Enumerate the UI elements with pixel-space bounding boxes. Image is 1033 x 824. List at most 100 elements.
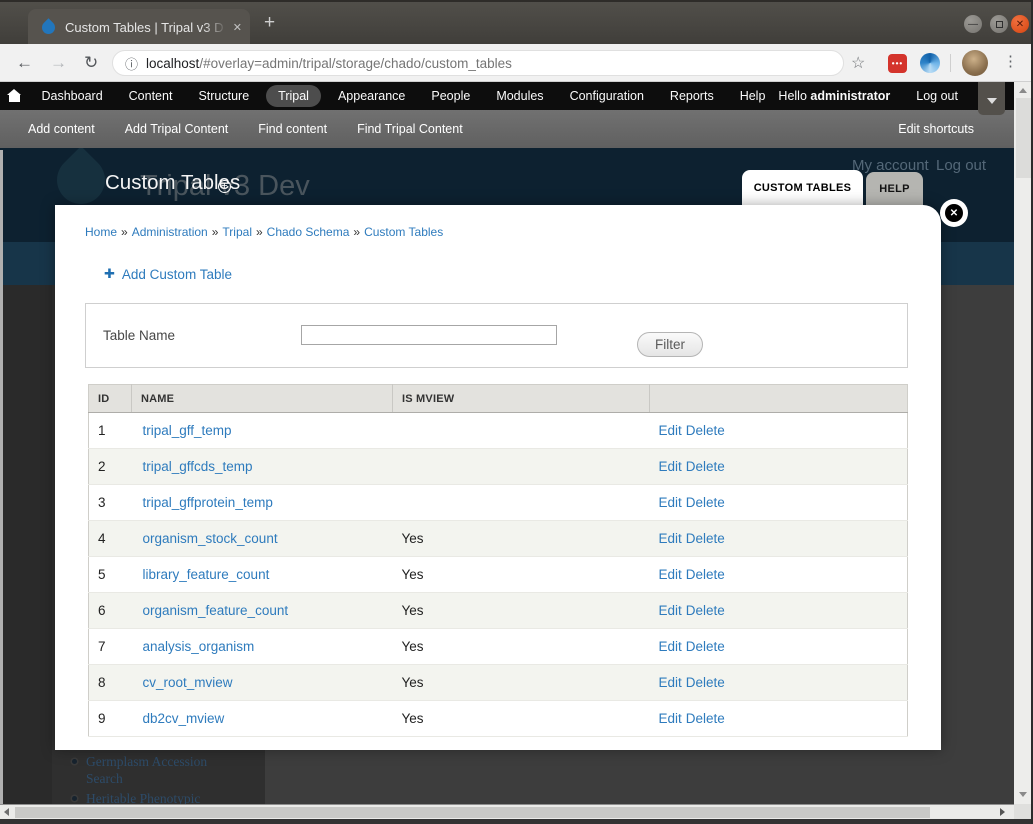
table-name-input[interactable] — [301, 325, 557, 345]
shortcut-add-tripal-content[interactable]: Add Tripal Content — [110, 122, 244, 136]
edit-link[interactable]: Edit — [659, 675, 682, 690]
edit-link[interactable]: Edit — [659, 567, 682, 582]
horizontal-scroll-thumb[interactable] — [15, 807, 930, 818]
breadcrumb-separator: » — [121, 225, 128, 239]
page-info-icon[interactable]: ⓘ — [125, 54, 138, 73]
toolbar-item-structure[interactable]: Structure — [185, 85, 262, 107]
profile-avatar[interactable] — [962, 50, 988, 76]
toolbar-item-people[interactable]: People — [418, 85, 483, 107]
table-row: 9 db2cv_mview Yes EditDelete — [89, 701, 908, 737]
back-icon[interactable]: ← — [16, 53, 33, 73]
delete-link[interactable]: Delete — [686, 567, 725, 582]
scroll-left-icon[interactable] — [4, 808, 9, 816]
delete-link[interactable]: Delete — [686, 495, 725, 510]
sidebar-link-list: Germplasm Accession Search Heritable Phe… — [70, 753, 220, 804]
window-minimize-button[interactable]: — — [964, 15, 982, 33]
breadcrumb-custom-tables[interactable]: Custom Tables — [364, 225, 443, 239]
toolbar-item-tripal[interactable]: Tripal — [266, 85, 321, 107]
toolbar-item-modules[interactable]: Modules — [483, 85, 556, 107]
edit-link[interactable]: Edit — [659, 459, 682, 474]
sidebar-item-heritable-phenotypic[interactable]: Heritable Phenotypic — [70, 790, 220, 804]
edit-link[interactable]: Edit — [659, 603, 682, 618]
toolbar-item-reports[interactable]: Reports — [657, 85, 727, 107]
cell-is-mview — [393, 449, 650, 485]
window-left-edge — [0, 150, 3, 804]
browser-tab[interactable]: Custom Tables | Tripal v3 D ✕ — [28, 9, 250, 46]
table-name-link[interactable]: db2cv_mview — [143, 711, 225, 726]
table-name-link[interactable]: organism_feature_count — [143, 603, 289, 618]
delete-link[interactable]: Delete — [686, 531, 725, 546]
browser-toolbar: ← → ↻ ⓘ localhost/#overlay=admin/tripal/… — [0, 44, 1033, 82]
custom-tables-table: ID NAME IS MVIEW 1 tripal_gff_temp EditD… — [88, 384, 908, 737]
table-row: 4 organism_stock_count Yes EditDelete — [89, 521, 908, 557]
toolbar-item-appearance[interactable]: Appearance — [325, 85, 418, 107]
toolbar-item-configuration[interactable]: Configuration — [557, 85, 657, 107]
table-name-link[interactable]: tripal_gffcds_temp — [143, 459, 253, 474]
forward-icon[interactable]: → — [50, 53, 67, 73]
edit-shortcuts-link[interactable]: Edit shortcuts — [898, 122, 1014, 136]
breadcrumb-tripal[interactable]: Tripal — [222, 225, 252, 239]
scroll-right-icon[interactable] — [1000, 808, 1005, 816]
tab-close-icon[interactable]: ✕ — [233, 21, 242, 34]
table-name-link[interactable]: analysis_organism — [143, 639, 255, 654]
edit-link[interactable]: Edit — [659, 531, 682, 546]
shortcut-bar: Add content Add Tripal Content Find cont… — [0, 110, 1014, 148]
overlay-close-button[interactable]: ✕ — [945, 204, 963, 222]
toolbar-divider — [950, 54, 951, 72]
breadcrumb-administration[interactable]: Administration — [132, 225, 208, 239]
toolbar-toggle-button[interactable] — [978, 82, 1005, 115]
address-bar[interactable]: ⓘ localhost/#overlay=admin/tripal/storag… — [112, 50, 844, 76]
window-maximize-button[interactable] — [990, 15, 1008, 33]
browser-menu-icon[interactable]: ⋮ — [1003, 52, 1018, 70]
cell-is-mview: Yes — [393, 557, 650, 593]
horizontal-scrollbar[interactable] — [0, 804, 1014, 819]
sidebar-item-germplasm-accession-search[interactable]: Germplasm Accession Search — [70, 753, 220, 787]
table-header-row: ID NAME IS MVIEW — [89, 385, 908, 413]
filter-button[interactable]: Filter — [637, 332, 703, 357]
delete-link[interactable]: Delete — [686, 675, 725, 690]
vertical-scrollbar[interactable] — [1014, 82, 1033, 804]
breadcrumb-chado-schema[interactable]: Chado Schema — [267, 225, 350, 239]
add-custom-table-link[interactable]: Add Custom Table — [122, 267, 232, 282]
bookmark-star-icon[interactable]: ☆ — [851, 53, 865, 73]
cell-is-mview — [393, 485, 650, 521]
delete-link[interactable]: Delete — [686, 423, 725, 438]
tab-help[interactable]: HELP — [866, 172, 923, 206]
window-close-button[interactable]: ✕ — [1011, 15, 1029, 33]
shortcut-find-tripal-content[interactable]: Find Tripal Content — [342, 122, 478, 136]
delete-link[interactable]: Delete — [686, 711, 725, 726]
cell-id: 4 — [89, 521, 132, 557]
password-extension-icon[interactable]: ••• — [888, 54, 907, 73]
new-tab-button[interactable]: + — [264, 12, 275, 34]
table-name-link[interactable]: tripal_gff_temp — [143, 423, 232, 438]
edit-link[interactable]: Edit — [659, 423, 682, 438]
delete-link[interactable]: Delete — [686, 603, 725, 618]
vertical-scroll-thumb[interactable] — [1016, 98, 1031, 178]
shortcut-add-content[interactable]: Add content — [13, 122, 110, 136]
add-shortcut-icon[interactable]: + — [218, 180, 231, 193]
shortcut-find-content[interactable]: Find content — [243, 122, 342, 136]
site-logout-link[interactable]: Log out — [936, 157, 986, 174]
table-name-link[interactable]: cv_root_mview — [143, 675, 233, 690]
browser-extension-icon[interactable] — [920, 53, 940, 73]
toolbar-item-dashboard[interactable]: Dashboard — [29, 85, 116, 107]
toolbar-item-content[interactable]: Content — [116, 85, 186, 107]
table-name-link[interactable]: organism_stock_count — [143, 531, 278, 546]
delete-link[interactable]: Delete — [686, 639, 725, 654]
edit-link[interactable]: Edit — [659, 711, 682, 726]
home-icon[interactable] — [0, 90, 29, 102]
url-host: localhost — [146, 56, 199, 71]
table-name-link[interactable]: tripal_gffprotein_temp — [143, 495, 273, 510]
scroll-down-icon[interactable] — [1019, 792, 1027, 797]
table-name-link[interactable]: library_feature_count — [143, 567, 270, 582]
reload-icon[interactable]: ↻ — [84, 53, 98, 73]
breadcrumb-home[interactable]: Home — [85, 225, 117, 239]
edit-link[interactable]: Edit — [659, 495, 682, 510]
edit-link[interactable]: Edit — [659, 639, 682, 654]
delete-link[interactable]: Delete — [686, 459, 725, 474]
scroll-up-icon[interactable] — [1019, 88, 1027, 93]
toolbar-logout-link[interactable]: Log out — [916, 89, 958, 103]
toolbar-item-help[interactable]: Help — [727, 85, 779, 107]
table-row: 5 library_feature_count Yes EditDelete — [89, 557, 908, 593]
tab-custom-tables[interactable]: CUSTOM TABLES — [742, 170, 863, 206]
